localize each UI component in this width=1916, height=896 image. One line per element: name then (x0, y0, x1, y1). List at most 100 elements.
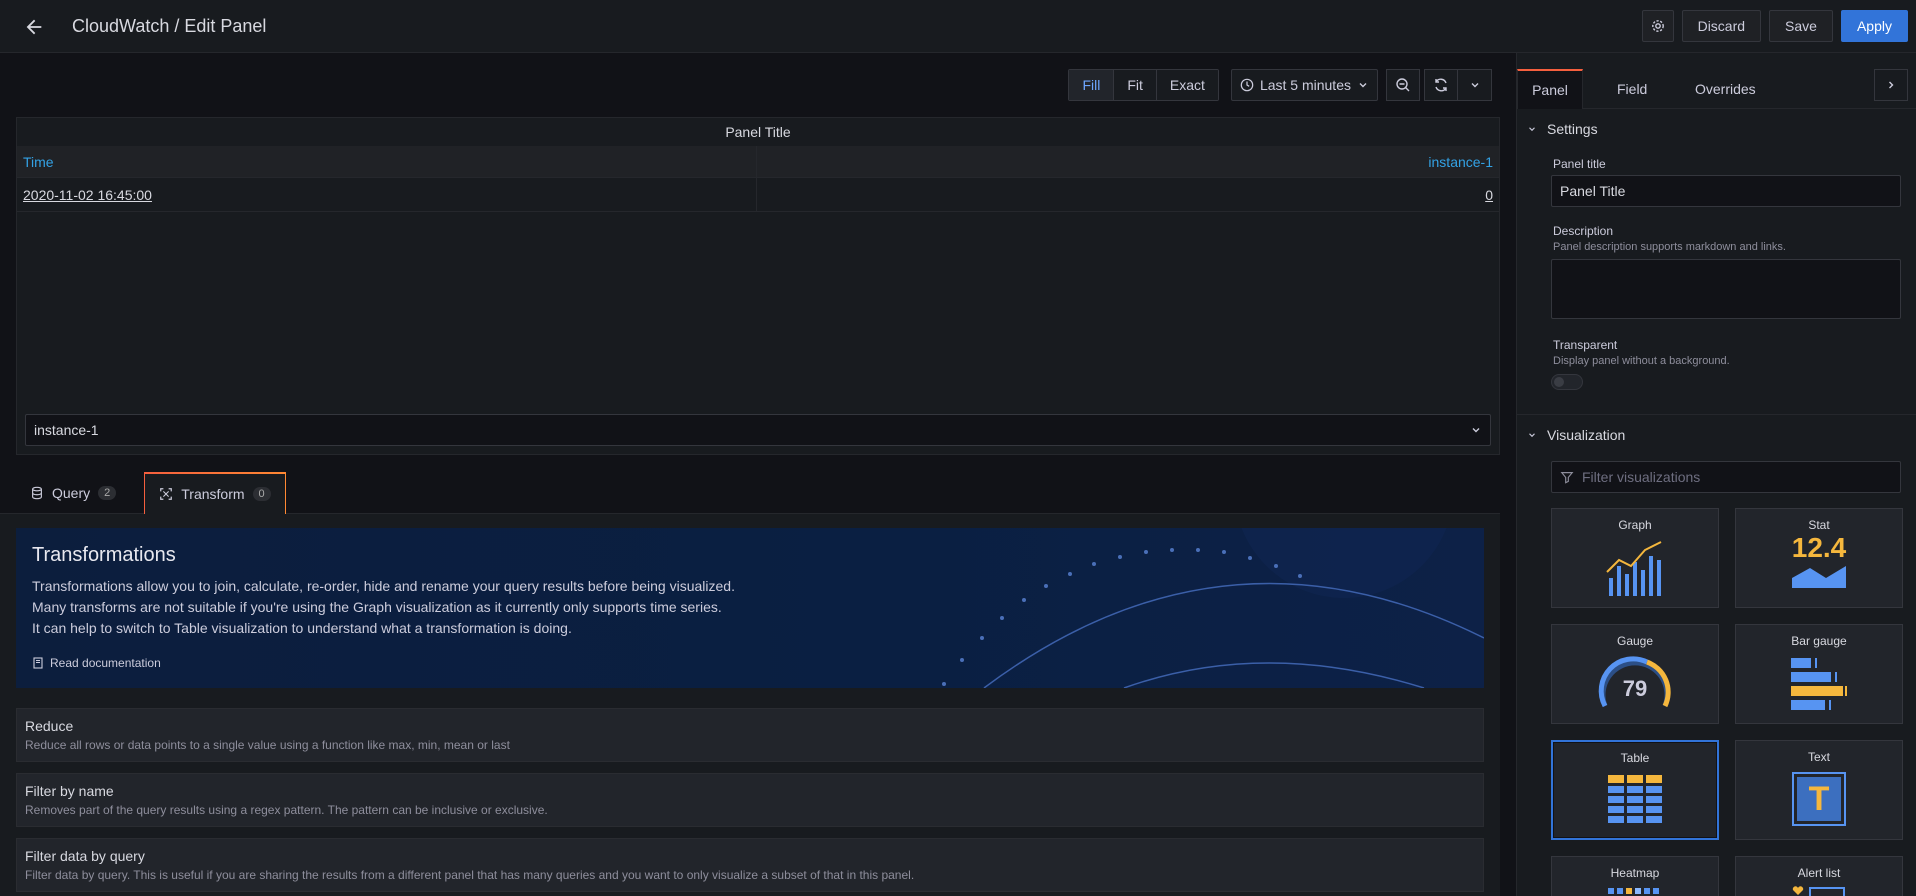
chevron-down-icon (1472, 428, 1480, 433)
transformations-heading: Transformations (32, 544, 176, 566)
fill-mode-button[interactable]: Fill (1069, 70, 1115, 100)
viz-tile-label: Graph (1618, 518, 1652, 532)
transformation-item-filter-by-name[interactable]: Filter by name Removes part of the query… (16, 773, 1484, 827)
tab-field[interactable]: Field (1617, 69, 1647, 109)
fit-mode-button[interactable]: Fit (1114, 70, 1157, 100)
tab-transform[interactable]: Transform 0 (144, 472, 286, 514)
read-documentation-label: Read documentation (50, 656, 161, 670)
exact-mode-button[interactable]: Exact (1156, 70, 1218, 100)
panel-title-label: Panel title (1553, 157, 1606, 171)
book-icon (33, 657, 43, 669)
apply-button[interactable]: Apply (1840, 10, 1908, 42)
column-header-time[interactable]: Time (17, 146, 757, 177)
settings-section-header[interactable]: Settings (1517, 109, 1916, 149)
chevron-down-icon (1471, 83, 1478, 88)
table-row: 2020-11-02 16:45:00 0 (17, 178, 1499, 212)
visualization-heading: Visualization (1547, 427, 1626, 443)
viz-tile-label: Table (1620, 751, 1650, 765)
chevron-down-icon (1529, 127, 1535, 132)
filter-visualizations-input[interactable]: Filter visualizations (1551, 461, 1901, 493)
filter-visualizations-placeholder: Filter visualizations (1582, 469, 1701, 485)
viz-tile-stat[interactable]: Stat 12.4 (1735, 508, 1903, 608)
viz-tile-gauge[interactable]: Gauge 79 (1551, 624, 1719, 724)
top-bar: CloudWatch / Edit Panel Discard Save App… (0, 0, 1916, 53)
text-preview-glyph: T (1797, 777, 1841, 821)
gauge-preview: 79 (1595, 650, 1675, 710)
viz-tile-label: Heatmap (1610, 866, 1660, 880)
panel-title[interactable]: Panel Title (17, 118, 1499, 146)
viz-tile-heatmap[interactable]: Heatmap (1551, 856, 1719, 896)
transformation-title: Filter data by query (25, 848, 145, 864)
description-label: Description (1553, 224, 1614, 238)
description-line: Transformations allow you to join, calcu… (32, 578, 735, 594)
transformation-title: Reduce (25, 718, 74, 734)
chevron-right-icon (1889, 81, 1894, 89)
viz-tile-alert-list[interactable]: Alert list (1735, 856, 1903, 896)
viz-tile-table[interactable]: Table (1551, 740, 1719, 840)
tab-query[interactable]: Query 2 (16, 472, 130, 514)
clock-icon (1240, 78, 1254, 92)
read-documentation-link[interactable]: Read documentation (32, 656, 161, 670)
column-header-instance[interactable]: instance-1 (757, 146, 1499, 177)
table-viz-icon (1608, 775, 1662, 823)
table-cell-time[interactable]: 2020-11-02 16:45:00 (17, 178, 757, 211)
display-mode-group: Fill Fit Exact (1068, 69, 1219, 101)
zoom-out-button[interactable] (1386, 69, 1420, 101)
text-viz-icon: T (1792, 772, 1846, 826)
viz-tile-graph[interactable]: Graph (1551, 508, 1719, 608)
transform-area: Transformations Transformations allow yo… (0, 514, 1500, 896)
stat-viz-icon (1792, 566, 1846, 588)
banner-decoration (942, 528, 1484, 688)
settings-button[interactable] (1641, 10, 1674, 42)
table-header: Time instance-1 (17, 146, 1499, 178)
viz-tile-label: Text (1807, 750, 1830, 764)
transformation-description: Reduce all rows or data points to a sing… (25, 738, 510, 752)
transformation-title: Filter by name (25, 783, 114, 799)
table-cell-value[interactable]: 0 (757, 178, 1499, 211)
collapse-options-button[interactable] (1874, 69, 1908, 101)
tab-panel[interactable]: Panel (1517, 69, 1583, 109)
transparent-toggle[interactable] (1551, 374, 1583, 390)
options-pane: Panel Field Overrides Settings Panel tit… (1516, 53, 1916, 896)
viz-tile-label: Stat (1808, 518, 1830, 532)
tab-transform-count: 0 (252, 487, 271, 501)
discard-button[interactable]: Discard (1681, 10, 1762, 42)
series-select[interactable]: instance-1 (25, 414, 1491, 446)
series-select-value: instance-1 (34, 422, 99, 438)
description-textarea[interactable] (1551, 259, 1901, 319)
save-button[interactable]: Save (1769, 10, 1833, 42)
visualization-section-header[interactable]: Visualization (1517, 415, 1916, 455)
panel-editor-main: Fill Fit Exact Last 5 minutes Panel Titl… (0, 53, 1508, 896)
viz-tile-label: Gauge (1616, 634, 1654, 648)
transformation-item-filter-by-query[interactable]: Filter data by query Filter data by quer… (16, 838, 1484, 892)
transform-icon (160, 488, 173, 500)
bar-gauge-viz-icon (1791, 658, 1847, 710)
transformation-item-reduce[interactable]: Reduce Reduce all rows or data points to… (16, 708, 1484, 762)
database-icon (32, 486, 42, 500)
back-button[interactable] (20, 13, 48, 41)
zoom-out-icon (1396, 78, 1410, 92)
tab-overrides[interactable]: Overrides (1695, 69, 1756, 109)
viz-tile-label: Bar gauge (1791, 634, 1847, 648)
graph-viz-icon (1606, 541, 1662, 596)
settings-heading: Settings (1547, 121, 1598, 137)
description-line: Many transforms are not suitable if you'… (32, 599, 722, 615)
refresh-button[interactable] (1424, 69, 1458, 101)
viz-tile-bar-gauge[interactable]: Bar gauge (1735, 624, 1903, 724)
chevron-down-icon (1529, 433, 1535, 438)
page-title: CloudWatch / Edit Panel (72, 16, 267, 36)
transformations-banner: Transformations Transformations allow yo… (16, 528, 1484, 688)
transparent-label: Transparent (1553, 338, 1618, 352)
tab-query-label: Query (52, 485, 91, 501)
viz-tile-text[interactable]: Text T (1735, 740, 1903, 840)
panel-title-input[interactable]: Panel Title (1551, 175, 1901, 207)
time-range-picker[interactable]: Last 5 minutes (1230, 69, 1378, 101)
gear-icon (1651, 20, 1664, 32)
transformation-description: Removes part of the query results using … (25, 803, 548, 817)
transformations-description: Transformations allow you to join, calcu… (32, 576, 735, 639)
time-range-label: Last 5 minutes (1259, 77, 1351, 93)
alert-list-viz-icon (1792, 886, 1845, 896)
filter-icon (1560, 472, 1574, 484)
refresh-interval-button[interactable] (1458, 69, 1492, 101)
viz-tile-label: Alert list (1797, 866, 1841, 880)
